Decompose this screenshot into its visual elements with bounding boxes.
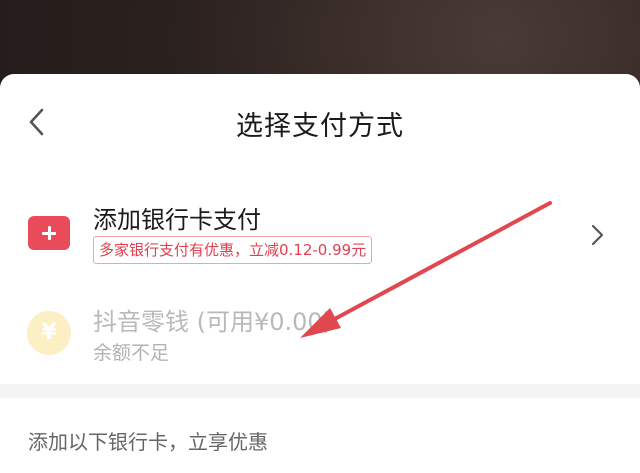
add-bank-card-label: 添加银行卡支付	[93, 206, 261, 234]
insufficient-balance-text: 余额不足	[93, 342, 170, 364]
add-bank-card-option[interactable]: 添加银行卡支付 多家银行支付有优惠，立减0.12-0.99元	[0, 190, 640, 280]
yuan-icon: ¥	[27, 311, 71, 355]
bank-section-label: 添加以下银行卡，立享优惠	[28, 430, 268, 454]
payment-method-sheet: 选择支付方式 添加银行卡支付 多家银行支付有优惠，立减0.12-0.99元 ¥ …	[0, 74, 640, 473]
wallet-balance-label: 抖音零钱 (可用¥0.00)	[93, 308, 333, 336]
section-divider	[0, 384, 640, 398]
promo-badge: 多家银行支付有优惠，立减0.12-0.99元	[93, 236, 373, 264]
page-title: 选择支付方式	[236, 111, 404, 142]
plus-icon	[28, 216, 70, 250]
wallet-balance-option: ¥ 抖音零钱 (可用¥0.00) 余额不足	[0, 296, 640, 382]
sheet-header: 选择支付方式	[0, 74, 640, 172]
chevron-right-icon	[591, 224, 604, 246]
